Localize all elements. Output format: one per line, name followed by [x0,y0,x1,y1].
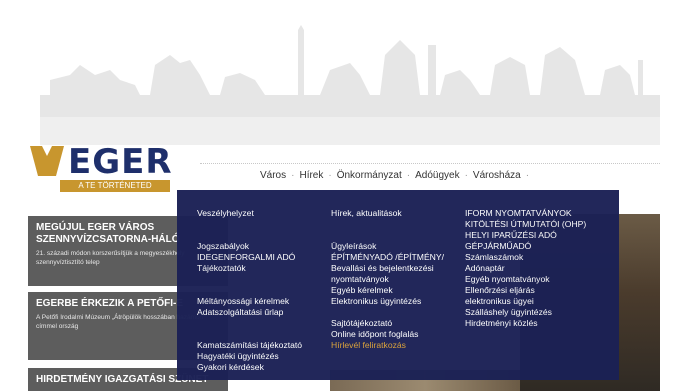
menu-item[interactable]: Gyakori kérdések [197,362,302,373]
menu-item[interactable]: Elektronikus ügyintézés [331,296,444,307]
menu-item[interactable]: GÉPJÁRMŰADÓ [465,241,586,252]
nav-items: Város · Hírek · Önkormányzat · Adóügyek · Városh… [260,170,534,181]
adougyek-dropdown-menu: Veszélyhelyzet Jogszabályok IDEGENFORGAL… [177,190,619,380]
menu-item[interactable]: KITÖLTÉSI ÚTMUTATÓI (OHP) [465,219,586,230]
nav-separator: · [406,170,411,181]
menu-item[interactable]: Hírek, aktualitások [331,208,444,219]
menu-item[interactable]: IFORM NYOMTATVÁNYOK [465,208,586,219]
logo-tagline: A TE TÖRTÉNETED [60,180,170,192]
menu-item[interactable]: Ellenőrzési eljárás [465,285,586,296]
menu-item[interactable]: Ügyleírások [331,241,444,252]
menu-column-3: IFORM NYOMTATVÁNYOK KITÖLTÉSI ÚTMUTATÓI … [465,208,586,329]
menu-item[interactable]: IDEGENFORGALMI ADÓ [197,252,302,263]
menu-column-1: Veszélyhelyzet Jogszabályok IDEGENFORGAL… [197,208,302,373]
nav-item-adougyek[interactable]: Adóügyek [415,170,459,181]
logo-crown-icon [30,146,64,176]
main-navigation: Város · Hírek · Önkormányzat · Adóügyek · Városh… [200,163,660,188]
menu-item[interactable]: Számlaszámok [465,252,586,263]
nav-separator: · [525,170,530,181]
menu-item[interactable]: Sajtótájékoztató [331,318,444,329]
logo-wordmark: EGER [68,142,173,182]
nav-item-varos[interactable]: Város [260,170,286,181]
menu-item[interactable]: HELYI IPARŰZÉSI ADÓ [465,230,586,241]
menu-item[interactable]: ÉPÍTMÉNYADÓ /ÉPÍTMÉNY/ [331,252,444,263]
menu-item[interactable]: Jogszabályok [197,241,302,252]
menu-item[interactable]: Adónaptár [465,263,586,274]
menu-item[interactable]: Tájékoztatók [197,263,302,274]
menu-item[interactable]: Méltányossági kérelmek [197,296,302,307]
menu-item-newsletter[interactable]: Hírlevél feliratkozás [331,340,444,351]
city-skyline-illustration [40,25,660,145]
menu-item[interactable]: Szálláshely ügyintézés [465,307,586,318]
eger-logo[interactable]: EGER A TE TÖRTÉNETED [30,142,180,197]
menu-item[interactable]: Bevallási és bejelentkezési [331,263,444,274]
menu-item[interactable]: Online időpont foglalás [331,329,444,340]
menu-item[interactable]: Egyéb nyomtatványok [465,274,586,285]
menu-item[interactable]: Egyéb kérelmek [331,285,444,296]
nav-item-varoshaza[interactable]: Városháza [473,170,521,181]
nav-item-onkormanyzat[interactable]: Önkormányzat [337,170,402,181]
menu-column-2: Hírek, aktualitások Ügyleírások ÉPÍTMÉNY… [331,208,444,351]
menu-item[interactable]: nyomtatványok [331,274,444,285]
menu-item[interactable]: Hirdetményi közlés [465,318,586,329]
menu-item[interactable]: Hagyatéki ügyintézés [197,351,302,362]
menu-item[interactable]: elektronikus ügyei [465,296,586,307]
menu-item[interactable]: Veszélyhelyzet [197,208,302,219]
menu-item[interactable]: Adatszolgáltatási űrlap [197,307,302,318]
nav-separator: · [328,170,332,181]
nav-separator: · [464,170,468,181]
nav-separator: · [291,170,295,181]
menu-item[interactable]: Kamatszámítási tájékoztató [197,340,302,351]
nav-item-hirek[interactable]: Hírek [299,170,323,181]
